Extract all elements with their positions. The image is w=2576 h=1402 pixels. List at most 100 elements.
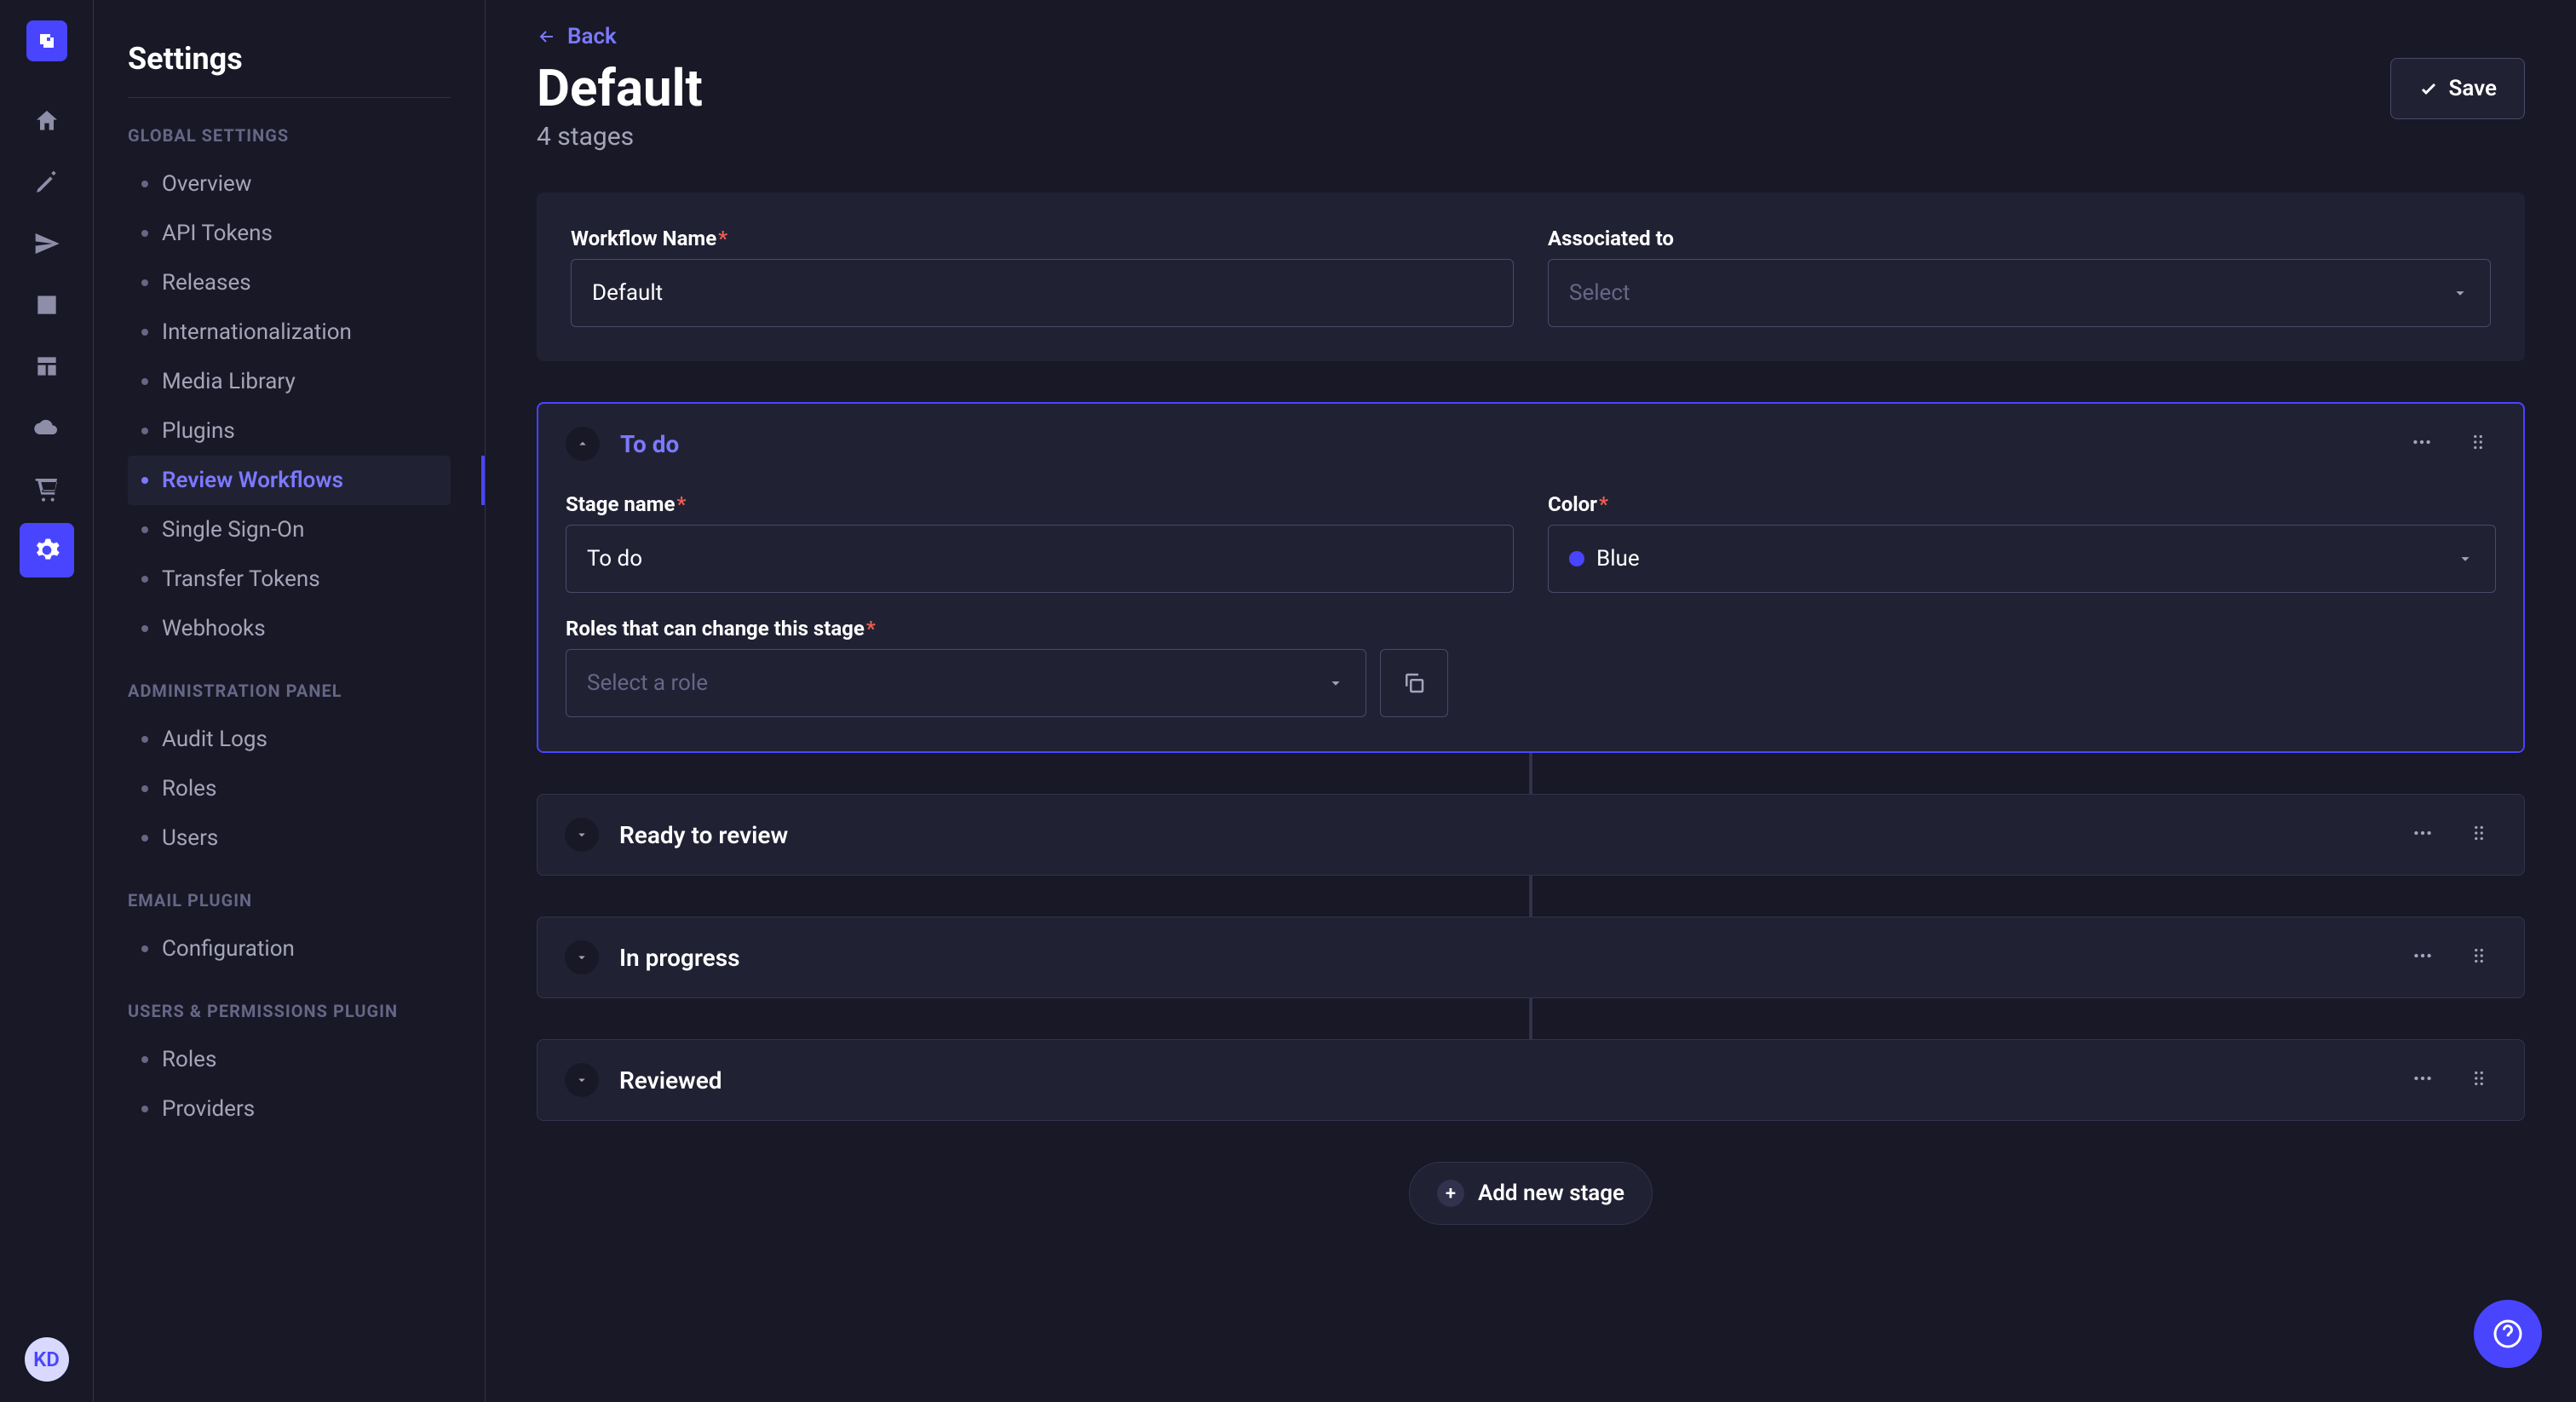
add-stage-button[interactable]: + Add new stage [1409,1162,1653,1225]
expand-toggle[interactable] [565,940,599,974]
bullet-icon [141,736,148,743]
drag-handle-icon[interactable] [2461,1060,2497,1100]
color-select[interactable]: Blue [1548,525,2496,593]
stage-connector [1529,876,1532,916]
stage-name-input[interactable] [566,525,1514,593]
help-fab[interactable] [2474,1300,2542,1368]
drag-handle-icon[interactable] [2461,815,2497,854]
sidebar-item-api-tokens[interactable]: API Tokens [128,209,451,258]
section-label: Administration Panel [128,681,451,701]
sidebar-item-transfer-tokens[interactable]: Transfer Tokens [128,554,451,604]
section-label: Email Plugin [128,890,451,911]
copy-roles-button[interactable] [1380,649,1448,717]
back-label: Back [567,24,617,49]
gear-icon[interactable] [20,523,74,577]
stage-header: Ready to review [538,795,2524,875]
section-label: Global Settings [128,125,451,146]
collapse-toggle[interactable] [566,427,600,461]
sidebar-item-roles[interactable]: Roles [128,764,451,813]
stage-body: Stage name* Color* Blue Roles that can chan… [538,492,2523,751]
cloud-icon[interactable] [20,400,74,455]
sidebar-item-single-sign-on[interactable]: Single Sign-On [128,505,451,554]
pen-icon[interactable] [20,155,74,210]
stage-card-collapsed: Reviewed [537,1039,2525,1121]
sidebar-item-roles[interactable]: Roles [128,1035,451,1084]
home-icon[interactable] [20,94,74,148]
plus-icon: + [1437,1180,1464,1207]
back-link[interactable]: Back [537,24,2525,49]
associated-to-label: Associated to [1548,227,2491,250]
arrow-left-icon [537,26,557,47]
roles-select[interactable]: Select a role [566,649,1366,717]
sidebar-item-providers[interactable]: Providers [128,1084,451,1134]
page-subtitle: 4 stages [537,122,703,152]
more-menu-icon[interactable] [2405,938,2441,977]
sidebar-item-internationalization[interactable]: Internationalization [128,307,451,357]
bullet-icon [141,1106,148,1112]
stage-header: In progress [538,917,2524,997]
settings-title: Settings [128,41,451,77]
drag-handle-icon[interactable] [2461,938,2497,977]
drag-handle-icon[interactable] [2460,424,2496,463]
sidebar-item-users[interactable]: Users [128,813,451,863]
sidebar-item-review-workflows[interactable]: Review Workflows [128,456,451,505]
bullet-icon [141,329,148,336]
section-label: Users & Permissions Plugin [128,1001,451,1021]
bullet-icon [141,378,148,385]
sidebar-item-audit-logs[interactable]: Audit Logs [128,715,451,764]
bullet-icon [141,279,148,286]
associated-to-select[interactable]: Select [1548,259,2491,327]
stage-card-expanded: To do Stage name* Color* Blue Roles that can… [537,402,2525,753]
avatar[interactable]: KD [25,1337,69,1382]
stage-title: Ready to review [619,821,2384,849]
bullet-icon [141,576,148,583]
image-icon[interactable] [20,278,74,332]
bullet-icon [141,835,148,842]
strapi-icon [37,31,57,51]
sidebar-item-plugins[interactable]: Plugins [128,406,451,456]
color-label: Color* [1548,492,2496,516]
sidebar-item-media-library[interactable]: Media Library [128,357,451,406]
bullet-icon [141,1056,148,1063]
bullet-icon [141,477,148,484]
paper-plane-icon[interactable] [20,216,74,271]
expand-toggle[interactable] [565,818,599,852]
stage-name-label: Stage name* [566,492,1514,516]
main-content: Back Default 4 stages Save Workflow Name… [486,0,2576,1402]
bullet-icon [141,181,148,187]
workflow-name-label: Workflow Name* [571,227,1514,250]
stage-title: In progress [619,944,2384,972]
stage-connector [1529,753,1532,794]
stage-card-collapsed: Ready to review [537,794,2525,876]
stage-card-collapsed: In progress [537,916,2525,998]
more-menu-icon[interactable] [2405,1060,2441,1100]
settings-sidebar: Settings Global Settings OverviewAPI Toke… [94,0,486,1402]
sidebar-item-configuration[interactable]: Configuration [128,924,451,974]
stage-header: Reviewed [538,1040,2524,1120]
roles-label: Roles that can change this stage* [566,617,1366,641]
check-icon [2418,78,2439,99]
bullet-icon [141,945,148,952]
stage-title: To do [620,430,2383,458]
bullet-icon [141,526,148,533]
stage-header: To do [538,404,2523,484]
more-menu-icon[interactable] [2405,815,2441,854]
app-logo[interactable] [26,20,67,61]
workflow-name-input[interactable] [571,259,1514,327]
bullet-icon [141,230,148,237]
more-menu-icon[interactable] [2404,424,2440,463]
bullet-icon [141,625,148,632]
save-button[interactable]: Save [2390,58,2526,119]
layout-icon[interactable] [20,339,74,394]
expand-toggle[interactable] [565,1063,599,1097]
sidebar-item-webhooks[interactable]: Webhooks [128,604,451,653]
chevron-down-icon [2451,284,2470,302]
cart-icon[interactable] [20,462,74,516]
page-title: Default [537,58,703,118]
stage-title: Reviewed [619,1066,2384,1095]
question-icon [2493,1319,2523,1349]
sidebar-item-overview[interactable]: Overview [128,159,451,209]
sidebar-item-releases[interactable]: Releases [128,258,451,307]
stage-connector [1529,998,1532,1039]
left-rail: KD [0,0,94,1402]
